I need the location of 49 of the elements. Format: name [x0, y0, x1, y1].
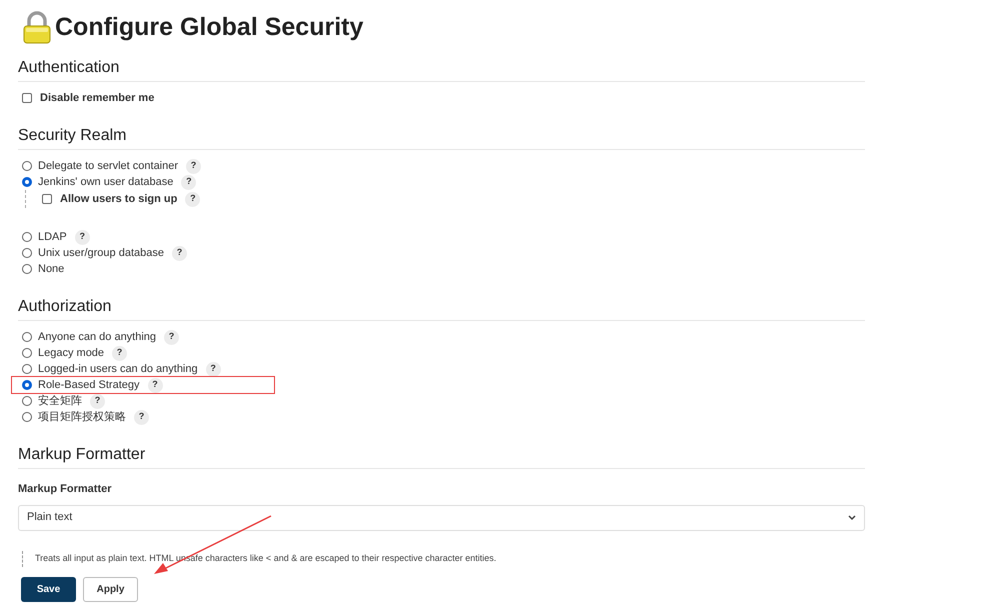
radio-button[interactable] [22, 396, 32, 406]
radio-button[interactable] [22, 248, 32, 258]
checkbox-label: Disable remember me [40, 90, 154, 106]
section-heading: Security Realm [18, 126, 128, 146]
markup-select[interactable]: Plain text [18, 504, 865, 530]
help-button[interactable]: ? [206, 362, 221, 376]
help-button[interactable]: ? [112, 346, 128, 360]
radio-label: None [38, 262, 64, 277]
help-button[interactable]: ? [148, 378, 162, 392]
radio-button[interactable] [22, 232, 32, 242]
radio-button[interactable] [22, 264, 32, 274]
radio-label: Anyone can do anything [38, 330, 156, 345]
select-value: Plain text [27, 510, 72, 526]
radio-button[interactable] [22, 332, 32, 342]
radio-label: Jenkins' own user database [38, 174, 174, 190]
section-heading: Authentication [18, 58, 120, 78]
radio-label: Delegate to servlet container [38, 158, 178, 174]
radio-label: Logged-in users can do anything [38, 362, 198, 377]
help-button[interactable]: ? [90, 394, 105, 408]
checkbox[interactable] [42, 194, 52, 204]
lock-icon [21, 11, 53, 45]
help-button[interactable]: ? [134, 410, 149, 424]
radio-button[interactable] [22, 412, 32, 422]
radio-label: 项目矩阵授权策略 [38, 410, 126, 425]
help-button[interactable]: ? [185, 192, 200, 206]
help-button[interactable]: ? [74, 230, 90, 244]
checkbox-label: Allow users to sign up [60, 192, 178, 207]
page-title: Configure Global Security [55, 12, 364, 44]
radio-button[interactable] [22, 364, 32, 374]
chevron-down-icon [848, 514, 856, 520]
apply-button[interactable]: Apply [83, 576, 138, 602]
radio-label: Role-Based Strategy [38, 378, 140, 393]
field-label: Markup Formatter [18, 482, 113, 497]
radio-label: Legacy mode [38, 346, 104, 361]
radio-button[interactable] [22, 177, 32, 187]
section-heading: Authorization [18, 297, 112, 317]
checkbox[interactable] [22, 93, 32, 103]
radio-label: Unix user/group database [38, 246, 164, 261]
radio-button[interactable] [22, 348, 32, 358]
help-button[interactable]: ? [186, 158, 202, 174]
help-button[interactable]: ? [172, 246, 187, 260]
radio-label: 安全矩阵 [38, 394, 82, 409]
radio-label: LDAP [38, 230, 67, 245]
save-button[interactable]: Save [21, 576, 76, 602]
radio-button[interactable] [22, 380, 32, 390]
radio-button[interactable] [22, 161, 32, 171]
help-button[interactable]: ? [164, 330, 180, 344]
help-button[interactable]: ? [181, 174, 196, 190]
section-heading: Markup Formatter [18, 445, 146, 465]
